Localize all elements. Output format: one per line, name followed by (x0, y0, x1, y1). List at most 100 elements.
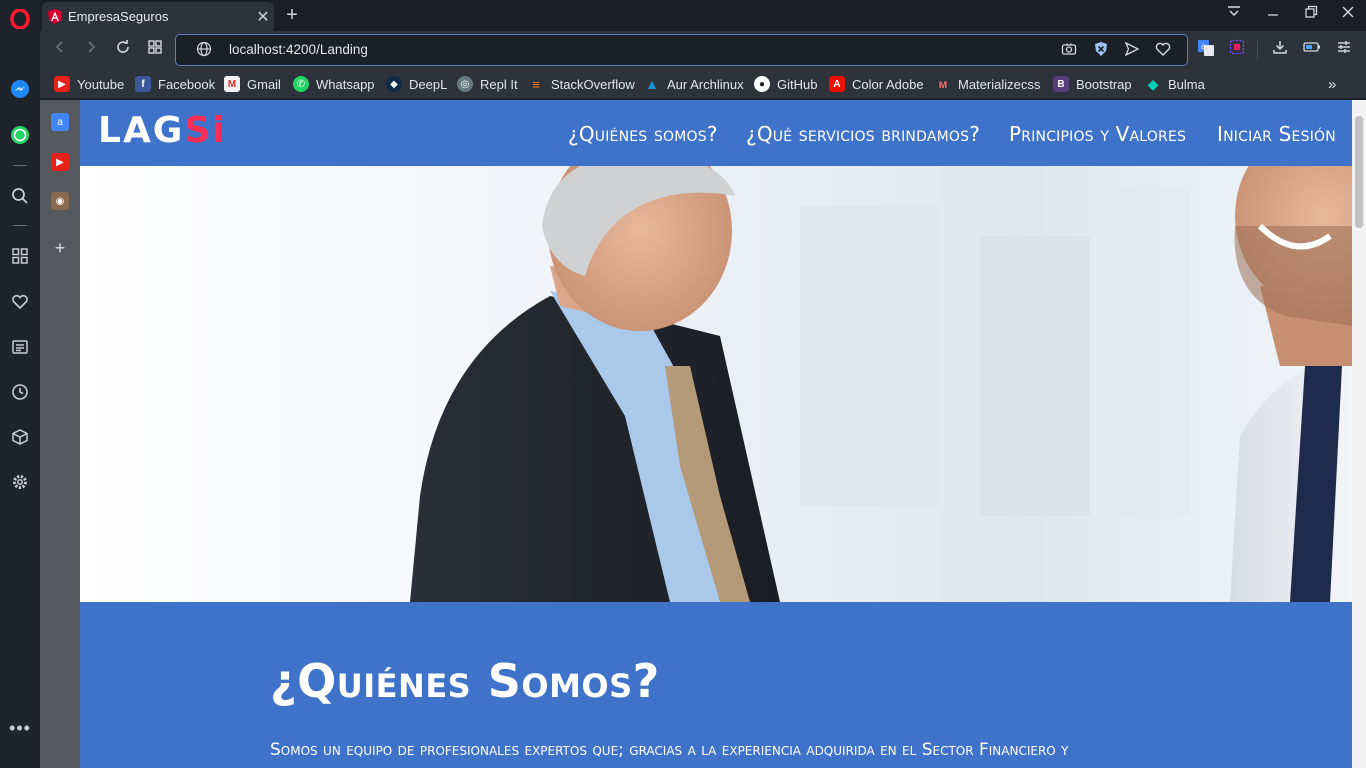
gmail-icon: M (224, 76, 240, 92)
bookmark-label: Youtube (77, 76, 125, 92)
tabs-grid-icon[interactable] (144, 39, 166, 61)
hero-businessmen-illustration (410, 166, 1352, 602)
sidebar-divider (13, 225, 27, 226)
bookmark-label: Materializecss (958, 76, 1041, 92)
deepl-icon: ◆ (386, 76, 402, 92)
tab-menu-icon[interactable] (1223, 4, 1245, 26)
hero-image (80, 166, 1352, 602)
easy-setup-icon[interactable] (1333, 39, 1355, 61)
address-toolbar: localhost:4200/Landing a (40, 31, 1366, 69)
bookmark-label: Repl It (480, 76, 518, 92)
bookmark-whatsapp[interactable]: ✆ Whatsapp (293, 74, 375, 94)
extensions-cube-icon[interactable] (8, 425, 32, 449)
bookmark-materializecss[interactable]: ᴍ Materializecss (935, 74, 1041, 94)
bookmark-label: Bootstrap (1076, 76, 1132, 92)
bookmark-youtube[interactable]: ▶ Youtube (54, 74, 124, 94)
about-title: ¿Quiénes Somos? (270, 654, 660, 708)
bookmark-facebook[interactable]: f Facebook (135, 74, 215, 94)
sidebar-divider (13, 165, 27, 166)
search-icon[interactable] (8, 184, 32, 208)
sidebar-extensions-panel: a ▶ ◉ + (40, 100, 80, 768)
page-viewport: LAGSi ¿Quiénes somos? ¿Qué servicios bri… (80, 100, 1352, 768)
bookmark-label: Bulma (1168, 76, 1205, 92)
tab-title: EmpresaSeguros (68, 9, 169, 24)
page-scrollbar[interactable] (1352, 100, 1366, 768)
battery-saver-icon[interactable] (1301, 39, 1323, 61)
send-icon[interactable] (1122, 41, 1142, 61)
window-close-icon[interactable] (1337, 4, 1359, 26)
bookmarks-bar: ▶ Youtube f Facebook M Gmail ✆ Whatsapp … (40, 69, 1366, 99)
bookmark-heart-icon[interactable] (1153, 41, 1173, 61)
bookmark-bootstrap[interactable]: B Bootstrap (1053, 74, 1132, 94)
nav-link-about[interactable]: ¿Quiénes somos? (568, 122, 718, 146)
tab-active[interactable]: EmpresaSeguros ✕ (42, 2, 274, 31)
add-panel-plus-icon[interactable]: + (51, 238, 69, 258)
youtube-icon: ▶ (54, 76, 70, 92)
bookmark-label: GitHub (777, 76, 818, 92)
extension-puzzle-icon[interactable] (1226, 39, 1248, 61)
messenger-icon[interactable] (8, 77, 32, 101)
speed-dial-icon[interactable] (8, 244, 32, 268)
bulma-icon: ◆ (1147, 75, 1159, 92)
bookmark-github[interactable]: ● GitHub (754, 74, 817, 94)
logo-main-text: LAG (98, 110, 185, 151)
bookmark-replit[interactable]: ◎ Repl It (457, 74, 518, 94)
instagram-panel-icon[interactable]: ◉ (51, 192, 69, 210)
whatsapp-icon: ✆ (293, 76, 309, 92)
site-logo[interactable]: LAGSi (98, 110, 227, 151)
logo-accent-text: Si (184, 110, 227, 151)
restore-icon[interactable] (1300, 4, 1322, 26)
bootstrap-icon: B (1053, 76, 1069, 92)
bookmarks-heart-icon[interactable] (8, 290, 32, 314)
bookmark-label: StackOverflow (551, 76, 635, 92)
materialize-icon: ᴍ (938, 77, 948, 91)
address-bar[interactable]: localhost:4200/Landing (175, 34, 1188, 66)
bookmark-stackoverflow[interactable]: ≡ StackOverflow (528, 74, 635, 94)
nav-link-values[interactable]: Principios y Valores (1009, 122, 1186, 146)
bookmark-label: Whatsapp (316, 76, 375, 92)
history-clock-icon[interactable] (8, 380, 32, 404)
svg-text:a: a (1201, 42, 1206, 51)
angular-favicon-icon (48, 9, 62, 24)
whatsapp-sidebar-icon[interactable] (8, 123, 32, 147)
minimize-icon[interactable] (1262, 4, 1284, 26)
bookmark-label: Aur Archlinux (667, 76, 744, 92)
stackoverflow-icon: ≡ (532, 76, 540, 92)
translate-panel-icon[interactable]: a (51, 113, 69, 131)
snapshot-camera-icon[interactable] (1059, 41, 1079, 61)
bookmark-bulma[interactable]: ◆ Bulma (1145, 74, 1205, 94)
bookmark-deepl[interactable]: ◆ DeepL (386, 74, 447, 94)
about-section: ¿Quiénes Somos? Somos un equipo de profe… (80, 602, 1352, 768)
settings-gear-icon[interactable] (8, 470, 32, 494)
tab-strip: EmpresaSeguros ✕ + (40, 0, 1366, 31)
new-tab-plus-icon[interactable]: + (281, 3, 303, 27)
bookmark-gmail[interactable]: M Gmail (224, 74, 281, 94)
downloads-icon[interactable] (1269, 39, 1291, 61)
about-text: Somos un equipo de profesionales experto… (270, 740, 1069, 760)
adblock-shield-icon[interactable] (1091, 41, 1111, 61)
bookmark-label: Facebook (158, 76, 216, 92)
bookmarks-overflow-icon[interactable]: » (1328, 74, 1336, 94)
youtube-panel-icon[interactable]: ▶ (51, 153, 69, 171)
back-icon[interactable] (49, 39, 71, 61)
globe-icon[interactable] (194, 41, 214, 61)
news-icon[interactable] (8, 335, 32, 359)
tab-close-icon[interactable]: ✕ (252, 7, 274, 27)
translate-extension-icon[interactable]: a (1195, 39, 1217, 61)
forward-icon[interactable] (80, 39, 102, 61)
scrollbar-thumb[interactable] (1355, 116, 1363, 228)
archlinux-icon: ▲ (645, 76, 659, 92)
bookmark-label: Color Adobe (852, 76, 924, 92)
url-text[interactable]: localhost:4200/Landing (229, 42, 368, 57)
opera-sidebar: ••• (0, 0, 40, 768)
bookmark-color-adobe[interactable]: A Color Adobe (829, 74, 924, 94)
nav-link-login[interactable]: Iniciar Sesión (1217, 122, 1336, 146)
nav-link-services[interactable]: ¿Qué servicios brindamos? (746, 122, 980, 146)
toolbar-divider (1257, 41, 1258, 59)
github-icon: ● (754, 76, 770, 92)
bookmark-archlinux[interactable]: ▲ Aur Archlinux (644, 74, 744, 94)
bookmark-label: DeepL (409, 76, 448, 92)
more-dots-icon[interactable]: ••• (8, 716, 32, 740)
reload-icon[interactable] (112, 39, 134, 61)
opera-menu-icon[interactable] (8, 7, 32, 31)
